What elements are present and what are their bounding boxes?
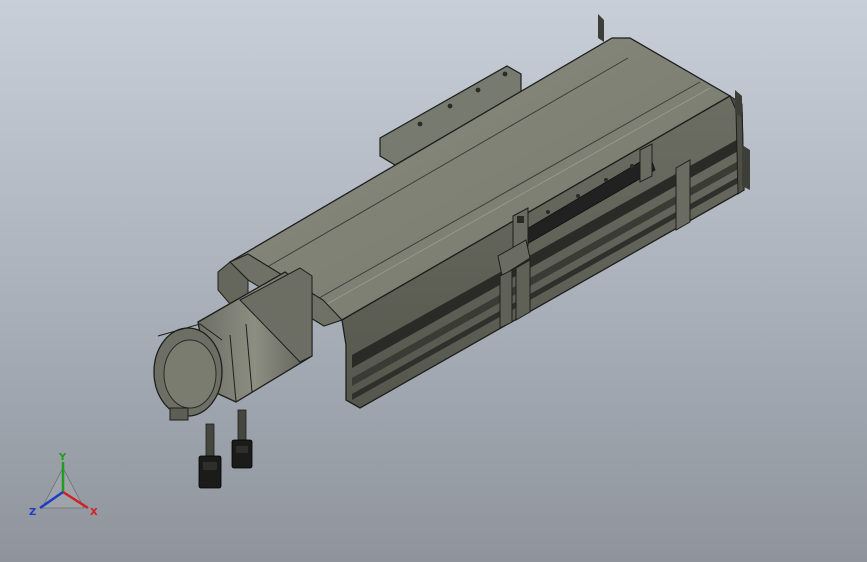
- sensor-bracket-3: [675, 159, 691, 231]
- motor-cable-1: [198, 423, 222, 489]
- motor-cable-2: [231, 409, 253, 469]
- orientation-triad[interactable]: Y X Z: [29, 452, 98, 518]
- x-axis-label: X: [90, 507, 98, 518]
- sensor-bracket-2: [639, 143, 653, 183]
- cad-viewport[interactable]: Y X Z: [0, 0, 867, 562]
- y-axis-label: Y: [58, 452, 67, 463]
- z-axis-label: Z: [29, 507, 36, 518]
